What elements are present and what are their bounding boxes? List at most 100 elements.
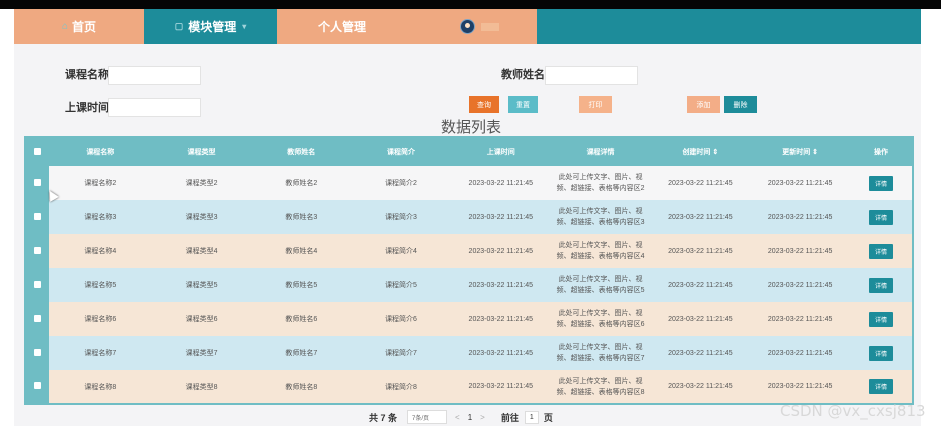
reset-button[interactable]: 重置 bbox=[508, 96, 538, 113]
cell-course-intro: 课程简介5 bbox=[385, 282, 417, 289]
cell-course-intro: 课程简介7 bbox=[385, 350, 417, 357]
row-checkbox[interactable] bbox=[33, 348, 41, 356]
table-row: 课程名称4 课程类型4 教师姓名4 课程简介4 2023-03-22 11:21… bbox=[25, 234, 913, 268]
home-icon: ⌂ bbox=[61, 21, 69, 32]
cell-course-type: 课程类型2 bbox=[185, 180, 218, 187]
detail-button[interactable]: 详情 bbox=[869, 175, 894, 191]
cell-course-detail: 此处可上传文字、图片、视 频、超链接、表格等内容区4 bbox=[551, 234, 651, 268]
table-row: 课程名称5 课程类型5 教师姓名5 课程简介5 2023-03-22 11:21… bbox=[25, 268, 913, 302]
cell-course-intro: 课程简介6 bbox=[385, 316, 417, 323]
course-name-input[interactable] bbox=[108, 66, 201, 85]
pagination: 共 7 条 7条/页 < 1 > 前往 1 页 bbox=[369, 410, 553, 424]
row-checkbox[interactable] bbox=[33, 212, 41, 220]
avatar[interactable] bbox=[460, 19, 475, 34]
cell-teacher-name: 教师姓名3 bbox=[285, 214, 318, 221]
row-checkbox[interactable] bbox=[33, 382, 41, 389]
cell-updated-time: 2023-03-22 11:21:45 bbox=[767, 247, 833, 255]
cell-course-detail: 此处可上传文字、图片、视 频、超链接、表格等内容区2 bbox=[551, 166, 651, 200]
cell-course-intro: 课程简介4 bbox=[385, 248, 417, 255]
detail-line-2: 频、超链接、表格等内容区6 bbox=[556, 321, 645, 328]
header-teacher-name: 教师姓名 bbox=[287, 149, 316, 156]
detail-line-1: 此处可上传文字、图片、视 bbox=[558, 310, 643, 317]
cell-course-intro: 课程简介8 bbox=[385, 383, 417, 391]
nav-personal-management[interactable]: 个人管理 bbox=[277, 9, 407, 44]
cell-teacher-name: 教师姓名7 bbox=[285, 350, 318, 357]
detail-button[interactable]: 详情 bbox=[869, 277, 894, 293]
goto-label: 前往 bbox=[500, 412, 519, 423]
cell-created-time: 2023-03-22 11:21:45 bbox=[668, 349, 733, 357]
nav-module-label: 模块管理 bbox=[188, 20, 237, 34]
cell-created-time: 2023-03-22 11:21:45 bbox=[668, 179, 733, 187]
goto-page-input[interactable]: 1 bbox=[524, 410, 539, 424]
detail-button[interactable]: 详情 bbox=[869, 345, 894, 361]
cell-updated-time: 2023-03-22 11:21:45 bbox=[767, 213, 833, 221]
select-all-cell bbox=[25, 137, 49, 166]
table-header-row: 课程名称 课程类型 教师姓名 课程简介 上课时间 课程详情 创建时间 ⇕ 更新时… bbox=[25, 137, 913, 166]
row-checkbox[interactable] bbox=[33, 178, 41, 186]
cell-course-type: 课程类型3 bbox=[185, 214, 218, 221]
detail-line-1: 此处可上传文字、图片、视 bbox=[558, 174, 643, 181]
cell-course-detail: 此处可上传文字、图片、视 频、超链接、表格等内容区5 bbox=[551, 268, 651, 302]
header-updated-time[interactable]: 更新时间 ⇕ bbox=[750, 137, 850, 166]
page-unit-label: 页 bbox=[543, 412, 553, 423]
cell-class-time: 2023-03-22 11:21:45 bbox=[468, 179, 534, 187]
nav-home-label: 首页 bbox=[72, 20, 97, 34]
cell-created-time: 2023-03-22 11:21:45 bbox=[668, 247, 733, 255]
page-size-select[interactable]: 7条/页 bbox=[407, 410, 448, 424]
detail-button[interactable]: 详情 bbox=[869, 243, 894, 259]
course-name-label: 课程名称 bbox=[65, 69, 109, 81]
cell-course-detail: 此处可上传文字、图片、视 频、超链接、表格等内容区7 bbox=[551, 336, 651, 370]
cell-teacher-name: 教师姓名6 bbox=[285, 316, 318, 323]
select-all-checkbox[interactable] bbox=[33, 147, 41, 155]
cell-course-name: 课程名称5 bbox=[84, 282, 117, 289]
cell-teacher-name: 教师姓名4 bbox=[285, 248, 318, 255]
class-time-input[interactable] bbox=[108, 98, 201, 117]
row-checkbox[interactable] bbox=[33, 280, 41, 288]
query-button[interactable]: 查询 bbox=[469, 96, 499, 113]
cell-updated-time: 2023-03-22 11:21:45 bbox=[767, 349, 833, 357]
cell-teacher-name: 教师姓名5 bbox=[285, 282, 318, 289]
header-created-time[interactable]: 创建时间 ⇕ bbox=[650, 137, 750, 166]
cell-course-type: 课程类型7 bbox=[185, 350, 218, 357]
pagination-total: 共 7 条 bbox=[369, 412, 398, 423]
cell-class-time: 2023-03-22 11:21:45 bbox=[468, 383, 534, 390]
prev-page-button[interactable]: < bbox=[455, 413, 460, 422]
nav-user[interactable] bbox=[407, 9, 537, 44]
cell-course-name: 课程名称8 bbox=[84, 383, 117, 391]
cell-course-name: 课程名称7 bbox=[84, 350, 117, 357]
cell-updated-time: 2023-03-22 11:21:45 bbox=[767, 315, 833, 323]
detail-button[interactable]: 详情 bbox=[869, 209, 894, 225]
delete-button[interactable]: 删除 bbox=[724, 96, 757, 113]
header-course-detail: 课程详情 bbox=[586, 149, 615, 156]
add-button[interactable]: 添加 bbox=[687, 96, 720, 113]
table-row: 课程名称3 课程类型3 教师姓名3 课程简介3 2023-03-22 11:21… bbox=[25, 200, 913, 234]
detail-line-2: 频、超链接、表格等内容区2 bbox=[556, 185, 645, 192]
header-actions: 操作 bbox=[874, 149, 889, 156]
table-row: 课程名称2 课程类型2 教师姓名2 课程简介2 2023-03-22 11:21… bbox=[25, 166, 913, 200]
print-button[interactable]: 打印 bbox=[579, 96, 612, 113]
teacher-name-input[interactable] bbox=[545, 66, 638, 85]
username bbox=[481, 22, 499, 31]
cell-teacher-name: 教师姓名2 bbox=[285, 180, 318, 187]
nav-home[interactable]: ⌂ 首页 bbox=[14, 9, 144, 44]
detail-button[interactable]: 详情 bbox=[869, 379, 894, 394]
nav-personal-label: 个人管理 bbox=[317, 20, 366, 34]
top-nav: ⌂ 首页 ▢ 模块管理 ▾ 个人管理 bbox=[14, 9, 921, 44]
detail-line-1: 此处可上传文字、图片、视 bbox=[558, 344, 643, 351]
next-page-button[interactable]: > bbox=[480, 413, 485, 422]
teacher-name-label: 教师姓名 bbox=[501, 69, 545, 81]
cell-course-detail: 此处可上传文字、图片、视 频、超链接、表格等内容区3 bbox=[551, 200, 651, 234]
table-row: 课程名称8 课程类型8 教师姓名8 课程简介8 2023-03-22 11:21… bbox=[25, 370, 913, 404]
detail-button[interactable]: 详情 bbox=[869, 311, 894, 327]
detail-line-1: 此处可上传文字、图片、视 bbox=[558, 208, 643, 215]
cell-course-name: 课程名称4 bbox=[84, 248, 117, 255]
cell-created-time: 2023-03-22 11:21:45 bbox=[668, 281, 733, 289]
nav-module-management[interactable]: ▢ 模块管理 ▾ bbox=[144, 9, 277, 44]
table-row: 课程名称6 课程类型6 教师姓名6 课程简介6 2023-03-22 11:21… bbox=[25, 302, 913, 336]
current-page[interactable]: 1 bbox=[468, 413, 472, 422]
header-class-time: 上课时间 bbox=[486, 149, 515, 156]
cell-course-detail: 此处可上传文字、图片、视 频、超链接、表格等内容区6 bbox=[551, 302, 651, 336]
row-checkbox[interactable] bbox=[33, 246, 41, 254]
row-checkbox[interactable] bbox=[33, 314, 41, 322]
detail-line-2: 频、超链接、表格等内容区5 bbox=[556, 287, 645, 294]
